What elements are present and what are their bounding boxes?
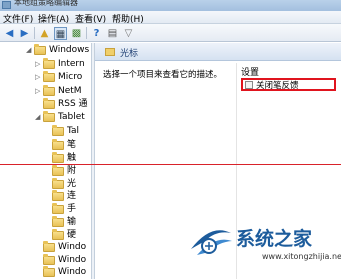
window-title: 本地组策略编辑器 — [14, 0, 78, 7]
folder-icon — [43, 266, 55, 277]
expander-expanded-icon[interactable]: ◢ — [26, 44, 31, 56]
watermark-url: www.xitongzhijia.net — [262, 252, 341, 261]
toolbar-separator — [86, 27, 87, 39]
filter-icon[interactable]: ▽ — [122, 27, 135, 40]
tree-node-label: Intern — [58, 59, 85, 69]
tree-node-label: Micro — [58, 72, 83, 82]
expander-collapsed-icon[interactable]: ▷ — [35, 58, 40, 70]
tree-node-label: Windo — [58, 267, 87, 277]
watermark-logo-icon — [191, 230, 232, 255]
details-title: 光标 — [120, 49, 139, 59]
expander-collapsed-icon[interactable]: ▷ — [35, 71, 40, 83]
tree-node-label: 笔 — [67, 140, 77, 150]
tree-node-label: Windo — [58, 242, 87, 252]
menu-bar: 文件(F) 操作(A) 查看(V) 帮助(H) — [0, 11, 341, 25]
tree-node-label: Windo — [58, 255, 87, 265]
tree-node-label: 手 — [67, 204, 77, 214]
tree-node-label: NetM — [58, 86, 82, 96]
toolbar: ◀ ▶ ▲ ▦ ▩ ? ▤ ▽ — [0, 24, 341, 42]
folder-icon — [43, 241, 55, 252]
settings-column-header[interactable]: 设置 — [241, 65, 259, 78]
properties-icon[interactable]: ▤ — [106, 27, 119, 40]
tree-node-label: Tal — [67, 126, 80, 136]
folder-icon — [43, 85, 55, 96]
app-icon — [2, 1, 11, 9]
tree-node-label: 硬 — [67, 230, 77, 240]
watermark: 系统之家 www.xitongzhijia.net — [184, 215, 341, 279]
tree-node-label: 输 — [67, 217, 77, 227]
expander-expanded-icon[interactable]: ◢ — [35, 111, 40, 123]
tree-node-label: Tablet — [58, 112, 85, 122]
folder-icon — [52, 125, 64, 136]
folder-icon — [52, 178, 64, 189]
forward-icon[interactable]: ▶ — [18, 27, 31, 40]
tree-node-label: 光 — [67, 179, 77, 189]
watermark-text: 系统之家 — [236, 228, 313, 250]
show-hide-tree-icon[interactable]: ▦ — [54, 27, 67, 40]
tree-pane: ◢ Windows ▷ Intern ▷ Micro ▷ NetM RSS 通 … — [0, 43, 91, 279]
folder-icon — [52, 190, 64, 201]
help-icon[interactable]: ? — [90, 27, 103, 40]
back-icon[interactable]: ◀ — [3, 27, 16, 40]
tree-node-label: 触 — [67, 153, 77, 163]
folder-icon — [52, 203, 64, 214]
setting-item-disable-pen-feedback[interactable]: 关闭笔反馈 — [241, 78, 336, 91]
folder-icon — [52, 139, 64, 150]
folder-icon — [52, 165, 64, 176]
folder-icon — [34, 44, 46, 55]
annotation-line — [0, 164, 341, 165]
folder-icon — [43, 58, 55, 69]
folder-icon — [43, 98, 55, 109]
tree-node-label: 连 — [67, 191, 77, 201]
folder-icon — [52, 229, 64, 240]
tree-node-label: Windows — [49, 45, 90, 55]
up-folder-icon[interactable]: ▲ — [38, 27, 51, 40]
description-text: 选择一个项目来查看它的描述。 — [103, 70, 223, 80]
expander-collapsed-icon[interactable]: ▷ — [35, 85, 40, 97]
setting-item-label: 关闭笔反馈 — [256, 81, 299, 91]
toolbar-separator — [34, 27, 35, 39]
policy-setting-icon — [245, 81, 253, 89]
folder-icon — [43, 111, 55, 122]
folder-icon — [52, 152, 64, 163]
folder-icon — [43, 71, 55, 82]
title-bar: 本地组策略编辑器 — [0, 0, 341, 11]
folder-icon — [105, 48, 115, 56]
folder-icon — [52, 216, 64, 227]
tree-node-label: RSS 通 — [58, 99, 88, 109]
folder-icon — [43, 254, 55, 265]
export-list-icon[interactable]: ▩ — [70, 27, 83, 40]
details-header: 光标 — [95, 43, 341, 61]
tree-node-label: 附 — [67, 166, 77, 176]
